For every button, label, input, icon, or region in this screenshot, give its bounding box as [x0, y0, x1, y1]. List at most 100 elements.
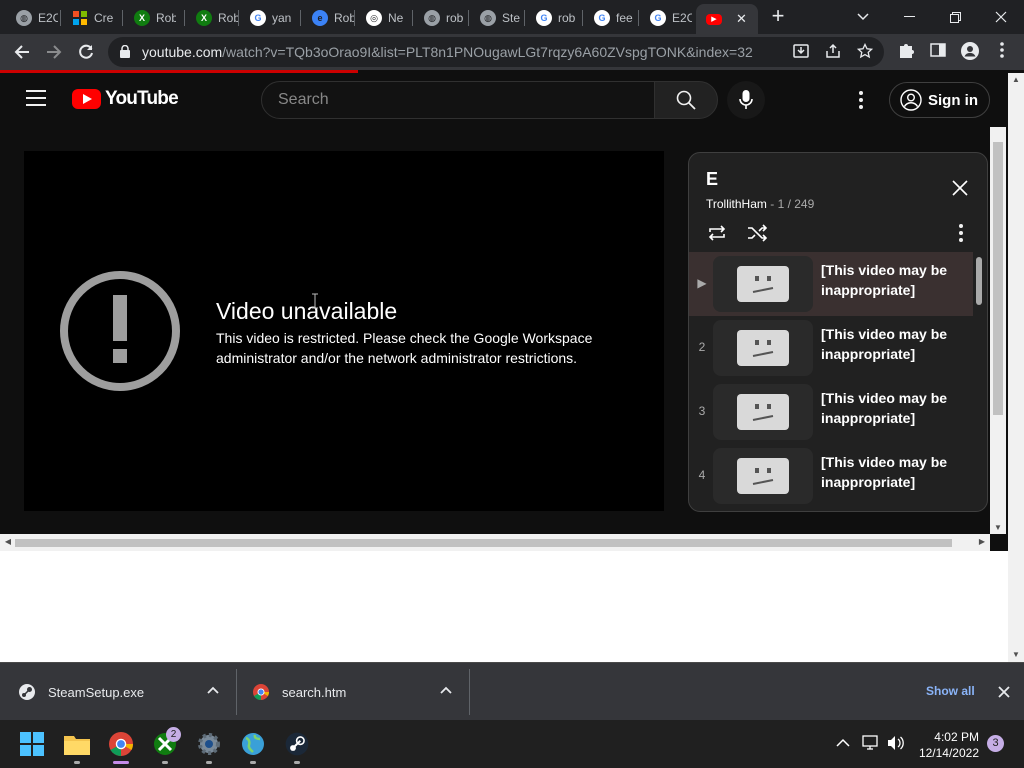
reload-button[interactable] — [72, 38, 100, 66]
running-indicator — [294, 761, 300, 764]
voice-search-button[interactable] — [727, 81, 765, 119]
steam-icon — [19, 684, 35, 700]
page-horizontal-scrollbar[interactable]: ◀ ▶ — [0, 534, 990, 551]
browser-tab[interactable]: e Rob — [302, 5, 354, 31]
browser-tab[interactable]: ◎ Ne — [356, 5, 408, 31]
forward-button[interactable] — [40, 38, 68, 66]
shuffle-icon[interactable] — [746, 223, 768, 243]
chevron-up-icon[interactable] — [207, 685, 219, 697]
browser-tab[interactable]: ◍ E2C — [6, 5, 58, 31]
address-bar[interactable]: youtube.com/watch?v=TQb3oOrao9I&list=PLT… — [108, 37, 884, 67]
video-player[interactable]: Video unavailable This video is restrict… — [24, 151, 664, 511]
globe-icon — [242, 733, 264, 755]
playlist-scrollbar[interactable] — [976, 257, 982, 305]
install-icon — [793, 44, 809, 58]
browser-app-button[interactable] — [239, 730, 267, 758]
url-host: youtube.com — [142, 44, 223, 60]
page-inner-vertical-scrollbar[interactable]: ▼ — [990, 127, 1006, 534]
browser-tab[interactable]: ◍ rob — [414, 5, 466, 31]
hamburger-menu-icon[interactable] — [26, 90, 46, 106]
browser-tab[interactable]: Cre — [62, 5, 114, 31]
running-indicator — [250, 761, 256, 764]
thumbnail-placeholder[interactable] — [713, 256, 813, 312]
browser-tab[interactable]: G E2C — [640, 5, 692, 31]
sign-in-button[interactable]: Sign in — [889, 82, 990, 118]
playlist-item-title: [This video may be inappropriate] — [821, 390, 948, 426]
browser-tab[interactable]: X Rob — [124, 5, 176, 31]
network-icon[interactable] — [862, 735, 880, 751]
share-icon — [826, 43, 840, 58]
lock-icon[interactable] — [120, 45, 130, 58]
start-button[interactable] — [18, 730, 46, 758]
close-playlist-icon[interactable] — [951, 179, 969, 197]
search-input[interactable] — [262, 82, 654, 118]
scroll-up-arrow-icon[interactable]: ▲ — [1011, 75, 1021, 85]
xbox-badge: 2 — [166, 727, 181, 742]
scroll-down-arrow-icon[interactable]: ▼ — [993, 523, 1003, 533]
playlist-owner[interactable]: TrollithHam — [706, 197, 767, 211]
download-item-search[interactable]: search.htm — [253, 663, 346, 721]
playlist-item[interactable]: 3 [This video may be inappropriate] — [689, 380, 973, 444]
system-clock[interactable]: 4:02 PM 12/14/2022 — [915, 729, 979, 761]
thumbnail-placeholder[interactable] — [713, 320, 813, 376]
chevron-up-icon[interactable] — [440, 685, 452, 697]
side-panel-button[interactable] — [928, 42, 948, 62]
file-explorer-button[interactable] — [63, 730, 91, 758]
playlist-item-title: [This video may be inappropriate] — [821, 326, 948, 362]
url-text[interactable]: youtube.com/watch?v=TQb3oOrao9I&list=PLT… — [142, 44, 753, 60]
horizontal-scrollbar-thumb[interactable] — [15, 539, 952, 547]
playlist-menu-button[interactable] — [955, 223, 967, 243]
browser-tab[interactable]: Grob — [526, 5, 578, 31]
settings-menu-button[interactable] — [850, 88, 872, 112]
minimize-button[interactable] — [886, 0, 932, 34]
edge-icon: e — [312, 10, 328, 26]
search-button[interactable] — [654, 81, 718, 119]
show-all-downloads-link[interactable]: Show all — [926, 684, 975, 698]
close-window-button[interactable] — [978, 0, 1024, 34]
chrome-menu-button[interactable] — [992, 42, 1012, 62]
thumbnail-placeholder[interactable] — [713, 448, 813, 504]
thumbnail-placeholder[interactable] — [713, 384, 813, 440]
tab-search-button[interactable] — [840, 0, 886, 34]
arrow-right-icon — [47, 45, 62, 59]
install-app-button[interactable] — [791, 43, 811, 63]
microphone-icon — [739, 90, 753, 109]
settings-app-button[interactable] — [195, 730, 223, 758]
tab-title: yan — [272, 11, 292, 25]
scrollbar-thumb[interactable] — [993, 142, 1003, 415]
profile-button[interactable] — [960, 42, 980, 62]
playlist-items: ▶ [This video may be inappropriate] 2 [This… — [689, 252, 973, 511]
divider — [469, 669, 470, 715]
browser-vertical-scrollbar[interactable]: ▲ ▼ — [1008, 73, 1024, 662]
restore-button[interactable] — [932, 0, 978, 34]
speaker-icon[interactable] — [887, 735, 905, 751]
browser-tab[interactable]: ◍ Ste — [470, 5, 522, 31]
loop-icon[interactable] — [706, 223, 728, 243]
steam-taskbar-button[interactable] — [283, 730, 311, 758]
chrome-taskbar-button[interactable] — [107, 730, 135, 758]
browser-tab[interactable]: ▶ ✕ — [696, 4, 758, 34]
playlist-item[interactable]: 4 [This video may be inappropriate] — [689, 444, 973, 508]
chevron-up-icon[interactable] — [836, 738, 850, 748]
youtube-logo[interactable]: YouTube — [72, 88, 179, 110]
playlist-item[interactable]: 2 [This video may be inappropriate] — [689, 316, 973, 380]
close-download-bar-icon[interactable] — [998, 686, 1010, 698]
extensions-button[interactable] — [896, 42, 916, 62]
scroll-left-arrow-icon[interactable]: ◀ — [3, 537, 13, 547]
new-tab-button[interactable]: + — [766, 5, 790, 29]
browser-tab[interactable]: Gyan — [240, 5, 292, 31]
download-item-steamsetup[interactable]: SteamSetup.exe — [18, 663, 144, 721]
scroll-right-arrow-icon[interactable]: ▶ — [977, 537, 987, 547]
url-path: /watch?v=TQb3oOrao9I&list=PLT8n1PNOugawL… — [222, 44, 753, 60]
playlist-title[interactable]: E — [706, 169, 718, 190]
notification-count-badge[interactable]: 3 — [987, 735, 1004, 752]
browser-tab[interactable]: X Rob — [186, 5, 238, 31]
playlist-item[interactable]: ▶ [This video may be inappropriate] — [689, 252, 973, 316]
back-button[interactable] — [8, 38, 36, 66]
tab-title: Ne — [388, 11, 404, 25]
close-tab-icon[interactable]: ✕ — [736, 11, 747, 27]
share-button[interactable] — [823, 43, 843, 63]
bookmark-star-button[interactable] — [855, 42, 875, 63]
browser-tab[interactable]: Gfee — [584, 5, 636, 31]
scroll-down-arrow-icon[interactable]: ▼ — [1011, 650, 1021, 660]
